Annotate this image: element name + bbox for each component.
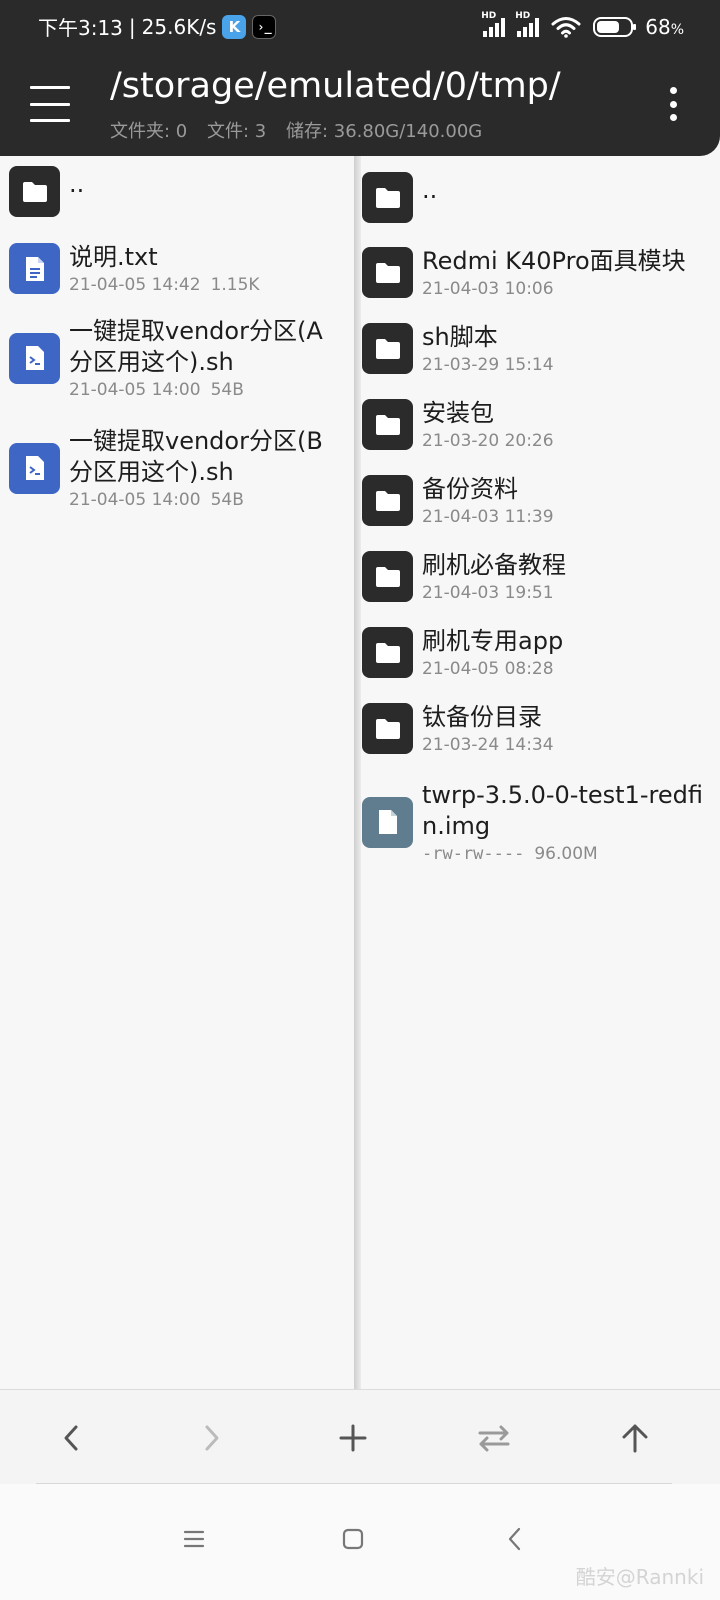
parent-directory-item[interactable]: ..: [361, 172, 437, 223]
item-name: 刷机必备教程: [422, 551, 566, 579]
current-path: /storage/emulated/0/tmp/: [110, 66, 561, 106]
folder-icon: [362, 399, 413, 450]
status-bar: 下午3:13 | 25.6K/s K ›_ HD HD 68%: [0, 0, 720, 53]
item-date: 21-04-03 11:39: [422, 507, 554, 527]
hd-label: HD: [515, 10, 531, 21]
list-item[interactable]: Redmi K40Pro面具模块 21-04-03 10:06: [361, 246, 686, 299]
item-name: Redmi K40Pro面具模块: [422, 247, 686, 275]
item-date: 21-04-05 14:42: [69, 275, 201, 295]
item-size: 54B: [210, 490, 244, 510]
image-file-icon: [362, 796, 413, 848]
text-file-icon: [9, 243, 60, 294]
pane-divider[interactable]: [354, 156, 361, 1389]
wifi-icon: [551, 16, 581, 38]
menu-icon[interactable]: [30, 86, 70, 122]
item-name: ..: [422, 176, 438, 204]
up-directory-icon[interactable]: [605, 1408, 665, 1468]
script-file-icon: [9, 442, 60, 494]
left-file-pane[interactable]: .. 说明.txt 21-04-05 14:42 1.15K 一键提取vendor…: [0, 156, 354, 1389]
folder-count: 文件夹: 0: [110, 121, 188, 142]
item-name: 钛备份目录: [422, 703, 542, 731]
item-date: 21-04-03 10:06: [422, 279, 554, 299]
network-speed: 25.6K/s: [141, 14, 217, 39]
kuan-app-icon: K: [222, 14, 247, 39]
list-item[interactable]: 刷机必备教程 21-04-03 19:51: [361, 550, 566, 603]
signal-icon: HD: [481, 11, 506, 37]
status-time: 下午3:13: [38, 16, 123, 40]
item-date: 21-04-03 19:51: [422, 583, 554, 603]
back-icon[interactable]: [41, 1408, 101, 1468]
item-size: 54B: [210, 380, 244, 400]
item-name: ..: [69, 170, 85, 198]
hd-label: HD: [481, 10, 497, 21]
app-toolbar: /storage/emulated/0/tmp/ 文件夹: 0 文件: 3 储存…: [0, 53, 720, 156]
swap-panes-icon[interactable]: [464, 1408, 524, 1468]
item-date: 21-03-20 20:26: [422, 431, 554, 451]
list-item[interactable]: 一键提取vendor分区(B分区用这个).sh 21-04-05 14:00 54…: [0, 426, 354, 510]
item-size: 96.00M: [534, 844, 598, 864]
back-nav-icon[interactable]: [490, 1514, 540, 1564]
item-date: 21-03-24 14:34: [422, 735, 554, 755]
storage-usage: 储存: 36.80G/140.00G: [285, 121, 483, 142]
list-item[interactable]: 刷机专用app 21-04-05 08:28: [361, 626, 563, 679]
list-item[interactable]: sh脚本 21-03-29 15:14: [361, 322, 554, 375]
signal-icon: HD: [515, 11, 540, 37]
battery-level: 68%: [645, 14, 684, 39]
system-nav-bar: 酷安@Rannki: [0, 1484, 720, 1600]
item-size: 1.15K: [210, 275, 260, 295]
folder-icon: [362, 551, 413, 602]
item-name: 一键提取vendor分区(B分区用这个).sh: [69, 427, 323, 486]
watermark: 酷安@Rannki: [575, 1565, 704, 1589]
item-name: sh脚本: [422, 323, 498, 351]
list-item[interactable]: 钛备份目录 21-03-24 14:34: [361, 702, 554, 755]
battery-icon: [593, 16, 637, 37]
add-icon[interactable]: [323, 1408, 383, 1468]
list-item[interactable]: 备份资料 21-04-03 11:39: [361, 474, 554, 527]
list-item[interactable]: 说明.txt 21-04-05 14:42 1.15K: [0, 242, 260, 295]
item-name: 备份资料: [422, 475, 518, 503]
script-file-icon: [9, 332, 60, 384]
item-permissions: -rw-rw----: [422, 844, 525, 864]
item-name: 说明.txt: [69, 243, 158, 271]
folder-icon: [362, 172, 413, 223]
action-bar: [0, 1389, 720, 1484]
item-name: twrp-3.5.0-0-test1-redfin.img: [422, 781, 703, 840]
item-date: 21-03-29 15:14: [422, 355, 554, 375]
folder-icon: [362, 323, 413, 374]
home-icon[interactable]: [328, 1514, 378, 1564]
status-separator: |: [128, 14, 136, 39]
more-options-icon[interactable]: [668, 87, 678, 121]
parent-directory-item[interactable]: ..: [0, 166, 84, 217]
forward-icon[interactable]: [182, 1408, 242, 1468]
list-item[interactable]: 安装包 21-03-20 20:26: [361, 398, 554, 451]
item-date: 21-04-05 08:28: [422, 659, 554, 679]
item-name: 刷机专用app: [422, 627, 564, 655]
item-date: 21-04-05 14:00: [69, 380, 201, 400]
folder-icon: [362, 247, 413, 298]
folder-icon: [362, 627, 413, 678]
list-item[interactable]: 一键提取vendor分区(A分区用这个).sh 21-04-05 14:00 54…: [0, 316, 354, 400]
folder-icon: [9, 166, 60, 217]
list-item[interactable]: twrp-3.5.0-0-test1-redfin.img -rw-rw----…: [361, 780, 720, 864]
item-name: 安装包: [422, 399, 494, 427]
file-count: 文件: 3: [206, 121, 267, 142]
right-file-pane[interactable]: .. Redmi K40Pro面具模块 21-04-03 10:06 sh脚本 21…: [361, 156, 720, 1389]
item-date: 21-04-05 14:00: [69, 490, 201, 510]
item-name: 一键提取vendor分区(A分区用这个).sh: [69, 317, 323, 376]
recents-icon[interactable]: [169, 1514, 219, 1564]
terminal-app-icon: ›_: [252, 14, 277, 39]
folder-icon: [362, 475, 413, 526]
path-stats: 文件夹: 0 文件: 3 储存: 36.80G/140.00G: [110, 117, 496, 143]
folder-icon: [362, 703, 413, 754]
